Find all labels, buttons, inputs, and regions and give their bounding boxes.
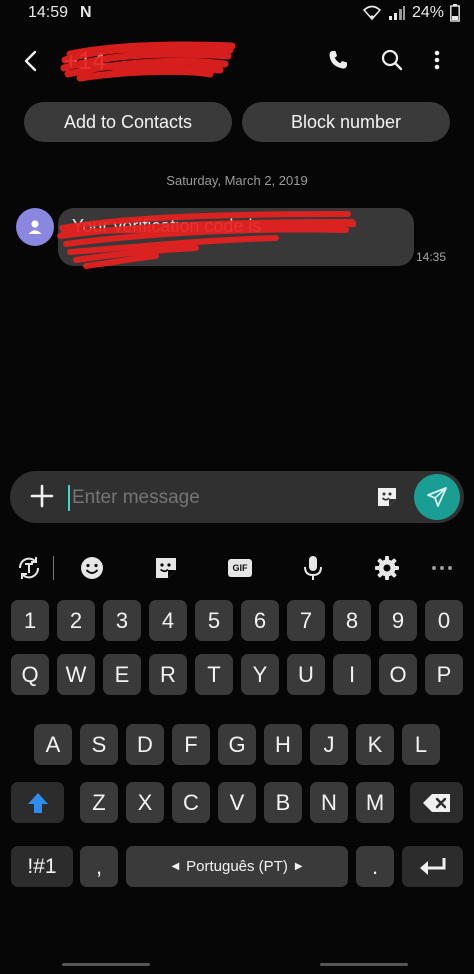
key-p[interactable]: P [425,654,463,695]
keyboard-settings-button[interactable] [371,552,403,584]
enter-icon [419,857,445,875]
avatar[interactable] [16,208,54,246]
message-input[interactable] [72,482,362,514]
key-8[interactable]: 8 [333,600,371,641]
backspace-key[interactable] [410,782,463,823]
nav-bar-right [320,963,408,966]
keyboard-more-button[interactable] [426,552,458,584]
shift-key[interactable] [11,782,64,823]
key-c[interactable]: C [172,782,210,823]
key-9[interactable]: 9 [379,600,417,641]
phone-icon [329,51,347,69]
key-2[interactable]: 2 [57,600,95,641]
more-vertical-icon [434,50,440,70]
key-y[interactable]: Y [241,654,279,695]
attach-button[interactable] [28,482,56,510]
key-r[interactable]: R [149,654,187,695]
key-x[interactable]: X [126,782,164,823]
gif-icon: GIF [228,559,252,577]
emoji-button[interactable] [76,552,108,584]
key-6[interactable]: 6 [241,600,279,641]
key-o[interactable]: O [379,654,417,695]
gif-button[interactable]: GIF [224,552,256,584]
key-k[interactable]: K [356,724,394,765]
key-5[interactable]: 5 [195,600,233,641]
microphone-icon [304,556,322,580]
back-arrow-icon [24,50,37,72]
wifi-icon [362,5,382,21]
key-l[interactable]: L [402,724,440,765]
key-1[interactable]: 1 [11,600,49,641]
key-4[interactable]: 4 [149,600,187,641]
chevron-left-icon: ◀ [171,861,180,872]
shift-arrow-icon [27,792,48,813]
key-e[interactable]: E [103,654,141,695]
status-time: 14:59 [28,4,69,21]
search-button[interactable] [378,46,406,74]
key-b[interactable]: B [264,782,302,823]
emoji-icon [81,557,103,579]
battery-icon [450,4,460,22]
send-icon [427,487,447,507]
gear-icon [375,556,399,580]
key-s[interactable]: S [80,724,118,765]
enter-key[interactable] [402,846,463,887]
add-to-contacts-button[interactable]: Add to Contacts [24,102,232,142]
person-icon [28,220,42,234]
gif-label: GIF [232,563,248,573]
block-number-button[interactable]: Block number [242,102,450,142]
space-bar-language: Português (PT) [186,858,288,875]
sticker-icon [156,558,176,578]
netflix-notification-icon: N [80,4,92,21]
redaction-scribble [57,211,356,269]
voice-input-button[interactable] [297,552,329,584]
sticker-icon [378,488,396,506]
send-button[interactable] [414,474,460,520]
text-cursor [68,485,70,511]
translate-toggle[interactable] [13,552,45,584]
call-button[interactable] [324,46,352,74]
key-q[interactable]: Q [11,654,49,695]
key-7[interactable]: 7 [287,600,325,641]
key-n[interactable]: N [310,782,348,823]
key-h[interactable]: H [264,724,302,765]
date-separator: Saturday, March 2, 2019 [166,173,308,188]
more-options-button[interactable] [423,46,451,74]
battery-percent: 24% [411,4,444,21]
symbols-key[interactable]: !#1 [11,846,73,887]
key-z[interactable]: Z [80,782,118,823]
key-f[interactable]: F [172,724,210,765]
key-a[interactable]: A [34,724,72,765]
status-icons: 24% [362,4,460,22]
more-horizontal-icon [432,566,452,570]
period-key[interactable]: . [356,846,394,887]
backspace-icon [422,793,450,812]
key-t[interactable]: T [195,654,233,695]
key-d[interactable]: D [126,724,164,765]
signal-icon [388,6,405,20]
chevron-right-icon: ▶ [294,861,303,872]
search-icon [381,49,403,71]
key-w[interactable]: W [57,654,95,695]
toolbar-divider [53,556,54,580]
key-0[interactable]: 0 [425,600,463,641]
key-g[interactable]: G [218,724,256,765]
sticker-button[interactable] [374,484,400,510]
keyboard-sticker-button[interactable] [150,552,182,584]
comma-key[interactable]: , [80,846,118,887]
back-button[interactable] [18,48,44,74]
space-bar[interactable]: ◀ Português (PT) ▶ [126,846,348,887]
key-3[interactable]: 3 [103,600,141,641]
message-timestamp: 14:35 [416,250,447,264]
nav-bar-left [62,963,150,966]
plus-icon [30,484,54,508]
key-v[interactable]: V [218,782,256,823]
redaction-scribble [60,41,235,82]
key-m[interactable]: M [356,782,394,823]
key-u[interactable]: U [287,654,325,695]
translate-icon [18,557,40,579]
key-j[interactable]: J [310,724,348,765]
key-i[interactable]: I [333,654,371,695]
